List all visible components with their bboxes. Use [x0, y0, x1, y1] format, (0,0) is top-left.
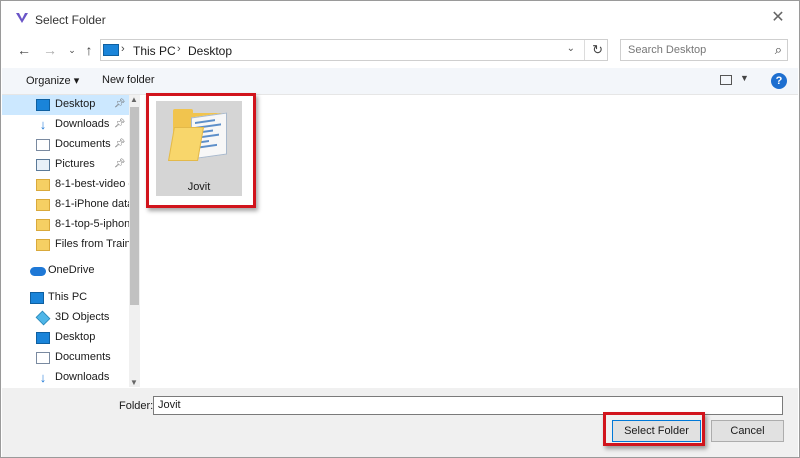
- documents-icon: [36, 352, 50, 364]
- sidebar-item-label: 3D Objects: [55, 311, 110, 323]
- sidebar-item-folder[interactable]: 8-1-iPhone data: [2, 195, 129, 215]
- 3d-objects-icon: [35, 310, 51, 326]
- this-pc-icon: [30, 292, 44, 304]
- up-button[interactable]: ↑: [80, 41, 98, 59]
- sidebar-item-this-pc[interactable]: This PC: [2, 288, 129, 308]
- downloads-icon: ↓: [39, 117, 47, 132]
- this-pc-icon: [103, 44, 119, 56]
- sidebar-item-downloads[interactable]: ↓ Downloads 📌︎: [2, 115, 129, 135]
- address-divider: [584, 40, 585, 60]
- scroll-up-icon[interactable]: ▲: [130, 95, 138, 104]
- sidebar-item-downloads[interactable]: ↓ Downloads: [2, 368, 129, 387]
- command-toolbar: Organize ▾ New folder ▼ ?: [2, 68, 798, 95]
- sidebar-item-3d-objects[interactable]: 3D Objects: [2, 308, 129, 328]
- sidebar-item-label: OneDrive: [48, 264, 95, 276]
- sidebar-item-desktop[interactable]: Desktop 📌︎: [2, 95, 129, 115]
- sidebar-item-label: Documents: [55, 351, 111, 363]
- forward-button[interactable]: →: [41, 41, 59, 59]
- sidebar-item-documents[interactable]: Documents: [2, 348, 129, 368]
- title-bar: Select Folder ✕: [1, 1, 799, 35]
- app-logo-icon: [16, 13, 28, 23]
- sidebar-item-label: Files from Trainin: [55, 238, 129, 250]
- address-bar[interactable]: › This PC › Desktop ⌄ ↻: [100, 39, 608, 61]
- sidebar-item-label: Pictures: [55, 158, 95, 170]
- back-button[interactable]: ←: [15, 41, 33, 59]
- folder-icon: [36, 219, 50, 231]
- pin-icon: 📌︎: [114, 138, 126, 148]
- help-icon[interactable]: ?: [771, 73, 787, 89]
- navigation-scrollbar[interactable]: ▲ ▼: [129, 95, 140, 387]
- recent-locations-button[interactable]: ⌄: [63, 41, 81, 59]
- sidebar-item-label: This PC: [48, 291, 88, 303]
- sidebar-item-onedrive[interactable]: OneDrive: [2, 261, 129, 281]
- scrollbar-thumb[interactable]: [130, 107, 139, 305]
- search-input[interactable]: Search Desktop: [628, 44, 706, 56]
- onedrive-icon: [30, 267, 46, 276]
- desktop-icon: [36, 99, 50, 111]
- sidebar-item-label: 8-1-top-5-iphon: [55, 218, 129, 230]
- breadcrumb-desktop[interactable]: Desktop: [188, 44, 232, 58]
- refresh-icon[interactable]: ↻: [592, 42, 603, 58]
- sidebar-item-folder[interactable]: 8-1-top-5-iphon: [2, 215, 129, 235]
- sidebar-item-folder[interactable]: 8-1-best-video c: [2, 175, 129, 195]
- organize-button[interactable]: Organize ▾: [26, 74, 79, 87]
- scroll-down-icon[interactable]: ▼: [130, 378, 138, 387]
- sidebar-item-label: Downloads: [55, 371, 110, 383]
- view-options-icon[interactable]: [720, 75, 732, 85]
- new-folder-button[interactable]: New folder: [102, 74, 155, 86]
- sidebar-item-documents[interactable]: Documents 📌︎: [2, 135, 129, 155]
- search-icon[interactable]: ⌕: [775, 42, 782, 58]
- select-folder-dialog: Select Folder ✕ ← → ⌄ ↑ › This PC › Desk…: [0, 0, 800, 458]
- documents-icon: [36, 139, 50, 151]
- pin-icon: 📌︎: [114, 118, 126, 128]
- sidebar-item-label: Downloads: [55, 118, 110, 130]
- navigation-pane: Desktop 📌︎ ↓ Downloads 📌︎ Documents 📌︎ P…: [2, 95, 129, 387]
- highlight-box: [146, 93, 256, 208]
- sidebar-item-label: Desktop: [55, 98, 96, 110]
- highlight-box: [603, 412, 705, 446]
- cancel-button[interactable]: Cancel: [711, 420, 784, 442]
- sidebar-item-label: 8-1-iPhone data: [55, 198, 129, 210]
- folder-icon: [36, 199, 50, 211]
- address-dropdown-icon[interactable]: ⌄: [567, 43, 575, 54]
- sidebar-item-folder[interactable]: Files from Trainin: [2, 235, 129, 255]
- sidebar-item-label: 8-1-best-video c: [55, 178, 129, 190]
- sidebar-item-label: Desktop: [55, 331, 96, 343]
- sidebar-item-desktop[interactable]: Desktop: [2, 328, 129, 348]
- window-title: Select Folder: [35, 13, 106, 27]
- close-icon[interactable]: ✕: [769, 9, 787, 27]
- pin-icon: 📌︎: [114, 98, 126, 108]
- breadcrumb-this-pc[interactable]: This PC: [133, 44, 176, 58]
- folder-label: Folder:: [119, 400, 154, 412]
- pictures-icon: [36, 159, 50, 171]
- view-dropdown-icon[interactable]: ▼: [740, 73, 749, 83]
- desktop-icon: [36, 332, 50, 344]
- breadcrumb-separator: ›: [177, 43, 181, 55]
- folder-icon: [36, 179, 50, 191]
- search-box[interactable]: Search Desktop ⌕: [620, 39, 788, 61]
- downloads-icon: ↓: [39, 370, 47, 385]
- sidebar-item-pictures[interactable]: Pictures 📌︎: [2, 155, 129, 175]
- folder-icon: [36, 239, 50, 251]
- breadcrumb-separator: ›: [121, 43, 125, 55]
- pin-icon: 📌︎: [114, 158, 126, 168]
- sidebar-item-label: Documents: [55, 138, 111, 150]
